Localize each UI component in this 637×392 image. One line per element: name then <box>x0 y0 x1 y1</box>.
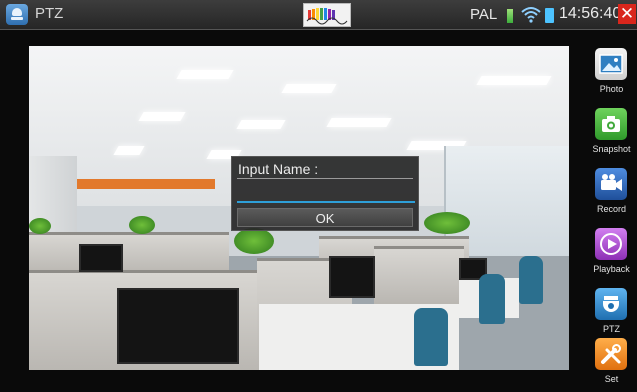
wifi-icon <box>521 6 541 28</box>
battery-icon <box>545 8 554 23</box>
photo-button[interactable]: Photo <box>586 44 637 102</box>
signal-monitor-icon[interactable] <box>303 3 351 27</box>
video-camera-icon <box>595 168 627 200</box>
ptz-camera-icon[interactable] <box>6 4 28 25</box>
play-icon <box>595 228 627 260</box>
signal-strength-icon <box>507 9 513 23</box>
playback-button[interactable]: Playback <box>586 224 637 282</box>
dome-camera-icon <box>595 288 627 320</box>
ok-button[interactable]: OK <box>237 208 413 227</box>
record-button[interactable]: Record <box>586 164 637 222</box>
set-button[interactable]: Set <box>586 334 637 392</box>
close-icon[interactable]: ✕ <box>618 4 636 24</box>
snapshot-button[interactable]: Snapshot <box>586 104 637 162</box>
photo-icon <box>595 48 627 80</box>
input-name-dialog: Input Name : OK <box>231 156 419 231</box>
camera-icon <box>595 108 627 140</box>
tool-label: PTZ <box>603 324 620 334</box>
name-input[interactable] <box>237 185 415 203</box>
tool-label: Record <box>596 204 626 214</box>
tools-icon <box>595 338 627 370</box>
divider <box>237 178 413 179</box>
video-standard: PAL <box>470 6 498 23</box>
clock: 14:56:40 <box>559 5 622 22</box>
tool-label: Playback <box>593 264 630 274</box>
tool-label: Snapshot <box>592 144 631 154</box>
side-toolbar: Photo Snapshot Record Playback PTZ Set <box>586 36 637 384</box>
status-bar: PTZ PAL 14:56:40 ✕ <box>0 0 637 30</box>
app-title: PTZ <box>35 5 64 22</box>
dialog-title: Input Name : <box>238 161 319 177</box>
tool-label: Photo <box>599 84 624 94</box>
